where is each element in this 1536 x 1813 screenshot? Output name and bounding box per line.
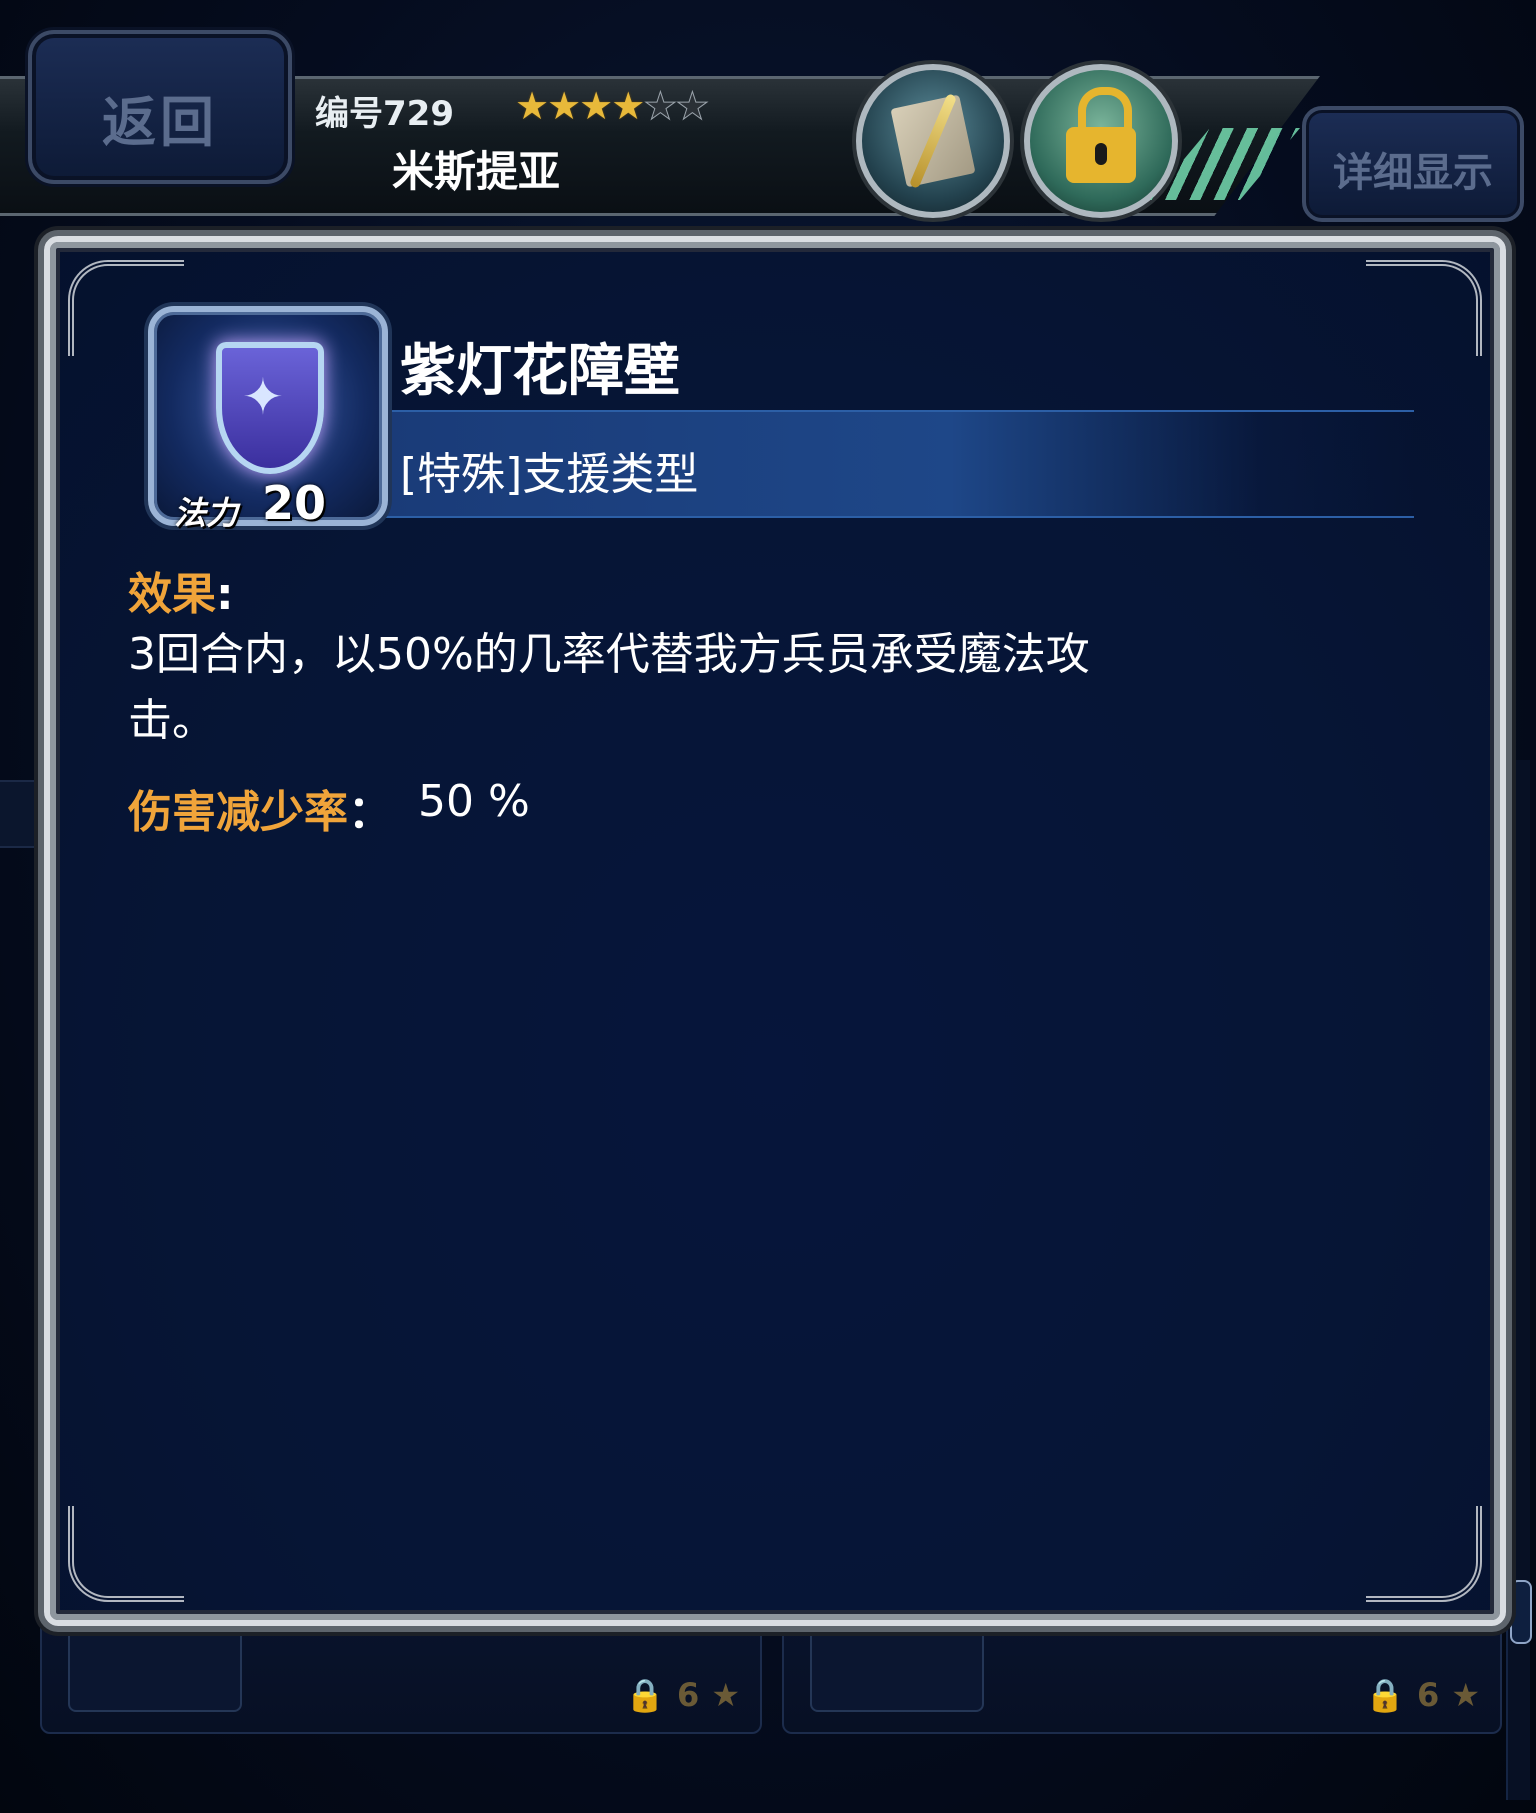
skill-name: 紫灯花障壁 [400, 339, 680, 404]
skill-type: [特殊]支援类型 [400, 449, 699, 500]
book-quill-icon [890, 94, 976, 188]
effect-description: 3回合内，以50%的几率代替我方兵员承受魔法攻击。 [128, 629, 1090, 746]
star-icon: ★ [1451, 1676, 1480, 1714]
background-card-level: 6 [677, 1676, 700, 1714]
shield-icon [216, 342, 324, 474]
star-icon: ★ [711, 1676, 740, 1714]
background-card-level: 6 [1417, 1676, 1440, 1714]
journal-button[interactable] [856, 64, 1010, 218]
damage-reduction-value: 50 % [418, 776, 530, 827]
scrollbar[interactable] [1506, 760, 1532, 1800]
corner-ornament [68, 1506, 184, 1602]
effect-heading-colon: : [216, 569, 234, 620]
mp-cost-value: 20 [262, 476, 327, 530]
lock-icon: 🔒 [625, 1676, 666, 1714]
star-filled-icon: ★ [547, 84, 581, 128]
corner-ornament [1366, 1506, 1482, 1602]
unit-id: 编号729 [315, 94, 454, 134]
star-empty-icon: ★ [643, 84, 678, 129]
padlock-icon [1066, 87, 1136, 183]
lock-icon: 🔒 [1365, 1676, 1406, 1714]
damage-reduction-colon: ： [348, 787, 392, 838]
corner-ornament [1366, 260, 1482, 356]
effect-heading: 效果: [128, 558, 234, 622]
star-filled-icon: ★ [515, 84, 549, 128]
detail-display-button[interactable]: 详细显示 [1302, 106, 1524, 222]
star-filled-icon: ★ [611, 84, 645, 128]
detail-display-label: 详细显示 [1333, 150, 1493, 196]
back-button[interactable]: 返回 [28, 30, 292, 184]
background-card-meta: 🔒 6 ★ [625, 1676, 740, 1714]
effect-heading-text: 效果 [128, 569, 216, 620]
star-empty-icon: ★ [675, 84, 710, 129]
mp-cost-label: 法力 [174, 494, 239, 532]
scrollbar-thumb[interactable] [1510, 1580, 1532, 1644]
star-filled-icon: ★ [579, 84, 613, 128]
rarity-stars: ★★★★★★ [515, 84, 710, 129]
back-button-label: 返回 [102, 91, 218, 154]
damage-reduction-heading-text: 伤害减少率 [128, 787, 348, 838]
background-card-meta: 🔒 6 ★ [1365, 1676, 1480, 1714]
unit-name: 米斯提亚 [392, 147, 561, 196]
damage-reduction-heading: 伤害减少率： [128, 776, 392, 840]
